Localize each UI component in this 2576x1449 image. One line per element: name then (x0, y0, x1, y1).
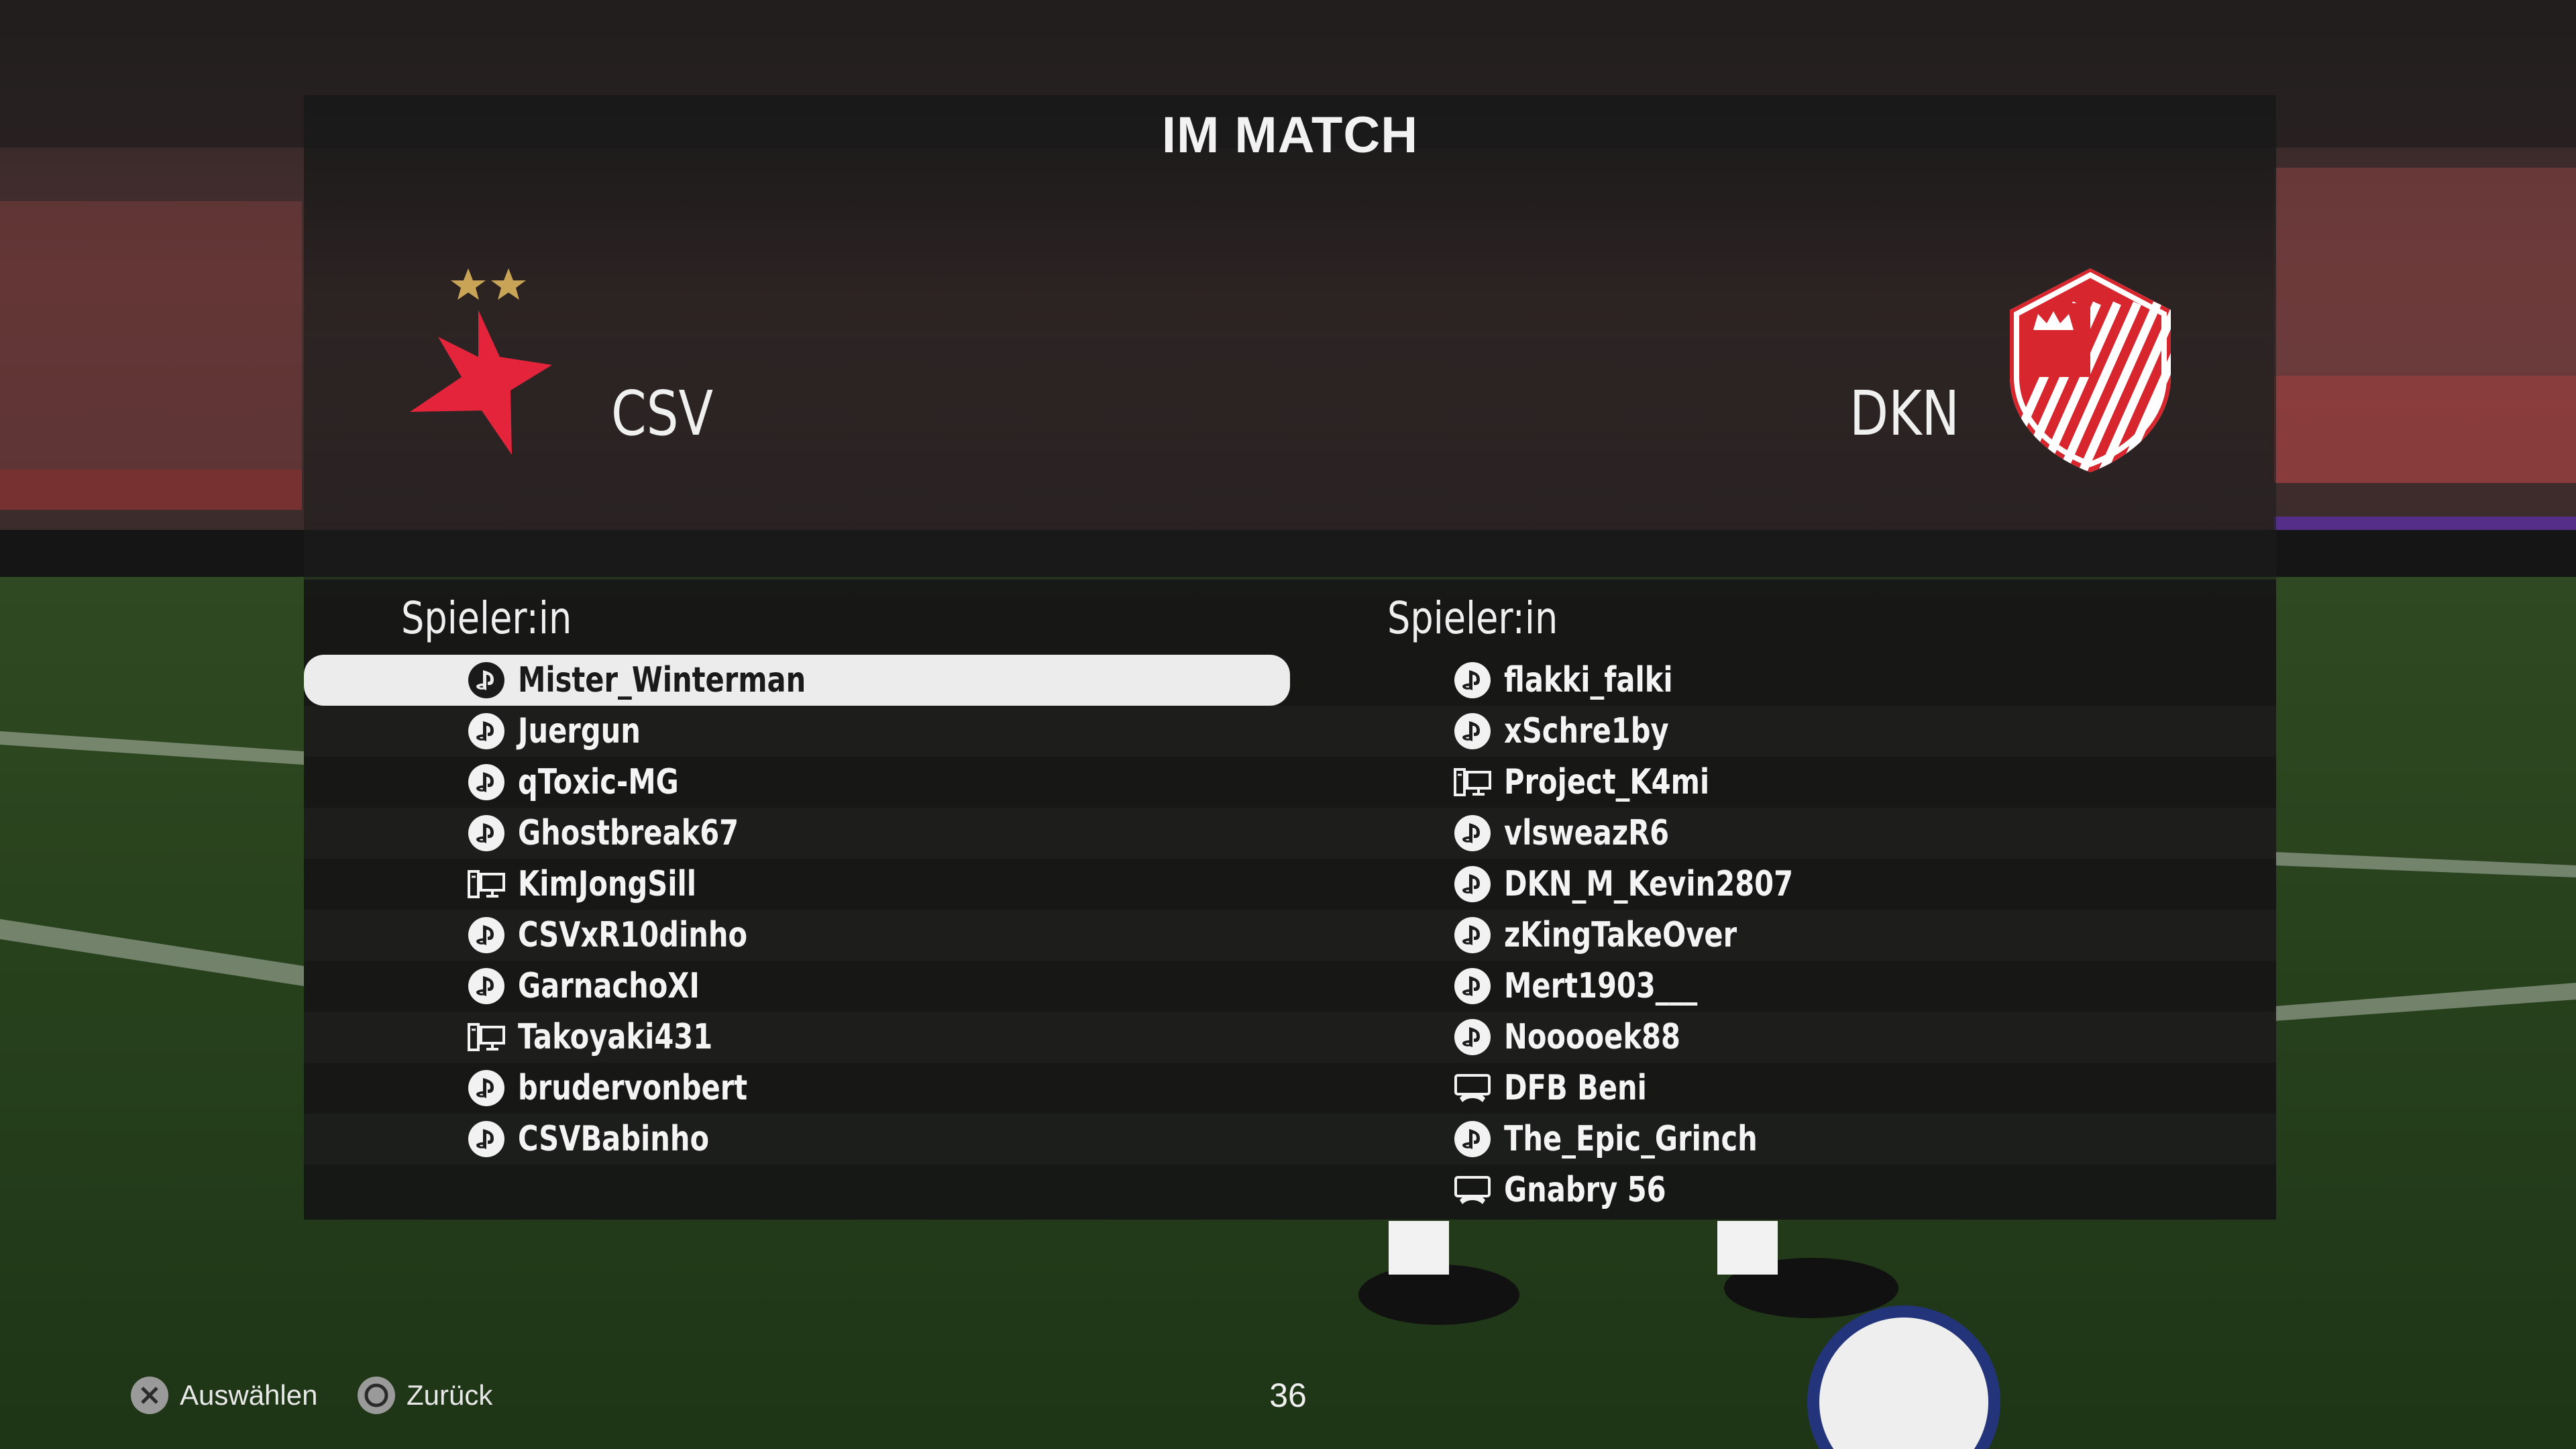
playstation-icon (468, 662, 504, 698)
player-row[interactable]: Mister_Winterman (304, 655, 1290, 706)
circle-button-icon (358, 1377, 395, 1414)
player-name: GarnachoXI (518, 966, 700, 1006)
pc-icon (1454, 768, 1491, 796)
playstation-icon (1454, 1121, 1491, 1157)
select-hint-label: Auswählen (180, 1379, 318, 1411)
playstation-icon (468, 917, 504, 953)
player-name: zKingTakeOver (1504, 915, 1737, 955)
player-name: qToxic-MG (518, 762, 679, 802)
playstation-icon (1454, 1019, 1491, 1055)
home-team-abbreviation: CSV (611, 378, 714, 449)
player-row[interactable]: The_Epic_Grinch (1290, 1114, 2276, 1165)
player-row[interactable]: xSchre1by (1290, 706, 2276, 757)
player-row[interactable]: GarnachoXI (304, 961, 1290, 1012)
player-name: vlsweazR6 (1504, 813, 1670, 853)
player-name: xSchre1by (1504, 711, 1669, 751)
player-name: Nooooek88 (1504, 1017, 1680, 1057)
xbox-icon (1454, 1176, 1491, 1204)
playstation-icon (468, 764, 504, 800)
player-name: Ghostbreak67 (518, 813, 739, 853)
playstation-icon (468, 815, 504, 851)
player-name: brudervonbert (518, 1068, 748, 1108)
home-team-crest (410, 268, 552, 455)
player-row[interactable]: DKN_M_Kevin2807 (1290, 859, 2276, 910)
playstation-icon (468, 713, 504, 749)
back-hint-label: Zurück (407, 1379, 493, 1411)
back-hint[interactable]: Zurück (356, 1368, 492, 1422)
xbox-icon (1454, 1074, 1491, 1102)
player-row[interactable]: DFB Beni (1290, 1063, 2276, 1114)
crest-red-star (410, 310, 552, 455)
player-name: DFB Beni (1504, 1068, 1647, 1108)
player-name: KimJongSill (518, 864, 697, 904)
cross-button-icon (131, 1377, 168, 1414)
player-name: Mert1903___ (1504, 966, 1698, 1006)
player-row[interactable]: Ghostbreak67 (304, 808, 1290, 859)
playstation-icon (1454, 968, 1491, 1004)
player-name: Mister_Winterman (518, 660, 806, 700)
player-row[interactable]: Takoyaki431 (304, 1012, 1290, 1063)
playstation-icon (1454, 917, 1491, 953)
page-title: IM MATCH (1161, 107, 1419, 164)
player-name: Gnabry 56 (1504, 1170, 1666, 1210)
player-row[interactable]: KimJongSill (304, 859, 1290, 910)
player-name: The_Epic_Grinch (1504, 1119, 1758, 1159)
player-name: CSVBabinho (518, 1119, 710, 1159)
match-roster-panel: IM MATCH CSV DKN Spieler:in Spieler:in M… (304, 95, 2276, 1220)
home-player-list: Mister_Winterman Juergun qToxic-MG Ghostbre… (304, 655, 1290, 1165)
pc-icon (468, 1023, 505, 1051)
player-row[interactable]: brudervonbert (304, 1063, 1290, 1114)
player-row[interactable]: qToxic-MG (304, 757, 1290, 808)
player-row[interactable]: Nooooek88 (1290, 1012, 2276, 1063)
away-team-abbreviation: DKN (1849, 378, 1960, 449)
player-row[interactable]: CSVBabinho (304, 1114, 1290, 1165)
player-row[interactable]: vlsweazR6 (1290, 808, 2276, 859)
select-hint[interactable]: Auswählen (129, 1368, 317, 1422)
player-row[interactable]: Mert1903___ (1290, 961, 2276, 1012)
player-name: Juergun (518, 711, 641, 751)
away-player-list: flakki_falki xSchre1by Project_K4mivlsweaz… (1290, 655, 2276, 1216)
pc-icon (468, 870, 505, 898)
player-row[interactable]: zKingTakeOver (1290, 910, 2276, 961)
player-row[interactable]: Gnabry 56 (1290, 1165, 2276, 1216)
playstation-icon (1454, 815, 1491, 851)
away-column-header: Spieler:in (1387, 592, 1558, 644)
playstation-icon (1454, 866, 1491, 902)
playstation-icon (1454, 662, 1491, 698)
player-name: flakki_falki (1504, 660, 1673, 700)
playstation-icon (468, 968, 504, 1004)
home-column-header: Spieler:in (401, 592, 572, 644)
player-name: Project_K4mi (1504, 762, 1710, 802)
player-row[interactable]: CSVxR10dinho (304, 910, 1290, 961)
player-name: Takoyaki431 (518, 1017, 713, 1057)
crest-gold-star-1 (451, 268, 486, 300)
crest-gold-star-2 (491, 268, 526, 300)
playstation-icon (468, 1070, 504, 1106)
countdown-timer: 36 (1269, 1377, 1307, 1414)
player-row[interactable]: Juergun (304, 706, 1290, 757)
player-name: CSVxR10dinho (518, 915, 748, 955)
player-name: DKN_M_Kevin2807 (1504, 864, 1794, 904)
player-row[interactable]: flakki_falki (1290, 655, 2276, 706)
playstation-icon (1454, 713, 1491, 749)
playstation-icon (468, 1121, 504, 1157)
player-row[interactable]: Project_K4mi (1290, 757, 2276, 808)
away-team-crest (2010, 268, 2171, 472)
